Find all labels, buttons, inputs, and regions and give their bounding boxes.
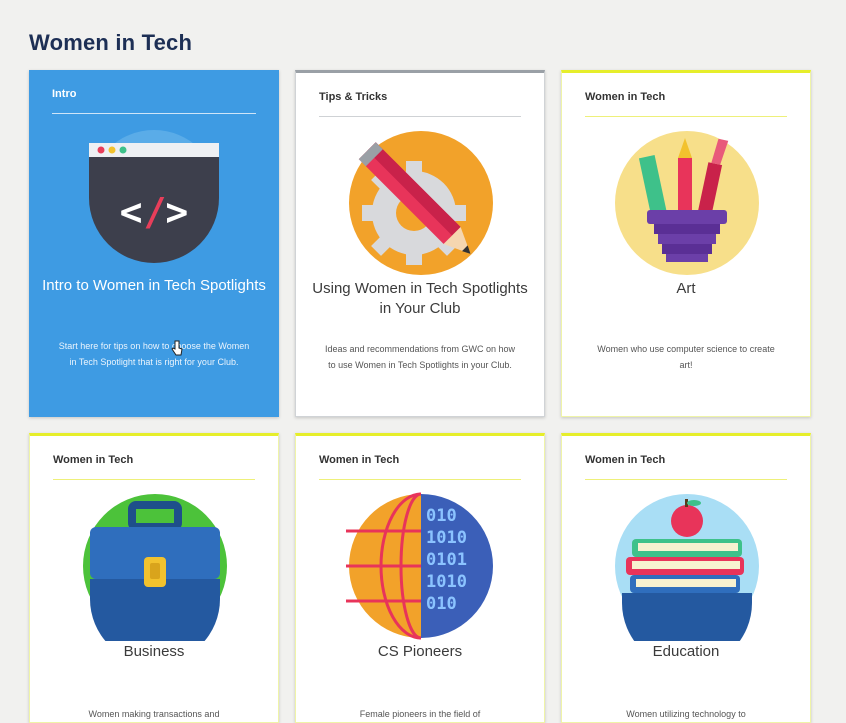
card-tag: Women in Tech — [585, 91, 666, 103]
card-description: Ideas and recommendations from GWC on ho… — [324, 344, 516, 370]
card-title: Using Women in Tech Spotlights in Your C… — [312, 280, 528, 317]
divider — [585, 116, 787, 117]
svg-text:/: / — [144, 190, 167, 234]
svg-text:010: 010 — [426, 506, 457, 526]
cursor-icon — [171, 340, 183, 356]
page-title: Women in Tech — [29, 30, 193, 55]
svg-text:1010: 1010 — [426, 528, 467, 548]
divider — [53, 479, 255, 480]
card-tag: Women in Tech — [319, 454, 400, 466]
svg-text:010: 010 — [426, 594, 457, 614]
card-tag: Women in Tech — [585, 454, 666, 466]
card-title: CS Pioneers — [377, 643, 463, 660]
binary-globe-icon: 010 1010 0101 1010 010 — [346, 491, 496, 641]
divider — [319, 479, 521, 480]
card-description: Women utilizing technology to — [626, 709, 746, 719]
briefcase-icon — [80, 491, 230, 664]
card-business[interactable]: Women in Tech Business Women making tran… — [29, 433, 279, 723]
card-description: Women making transactions and — [88, 709, 220, 719]
svg-text:1010: 1010 — [426, 572, 467, 592]
card-description: Women who use computer science to create… — [597, 344, 775, 370]
divider — [52, 113, 256, 114]
card-description: Female pioneers in the field of — [359, 709, 481, 719]
card-tag: Tips & Tricks — [319, 91, 388, 103]
divider — [585, 479, 787, 480]
card-art[interactable]: Women in Tech Art Women who use computer… — [561, 70, 811, 417]
card-tag: Intro — [52, 88, 77, 100]
card-tag: Women in Tech — [53, 454, 134, 466]
books-apple-icon — [612, 491, 762, 668]
art-supplies-icon — [612, 128, 762, 278]
card-education[interactable]: Women in Tech Education Women utilizing … — [561, 433, 811, 723]
code-window-icon: < > / — [79, 125, 229, 275]
card-intro[interactable]: Intro < > / Intro to Women in Tech Spotl… — [29, 70, 279, 417]
svg-text:0101: 0101 — [426, 550, 467, 570]
card-tips-tricks[interactable]: Tips & Tricks Using Women in Tech Spotli… — [295, 70, 545, 417]
card-title: Intro to Women in Tech Spotlights — [42, 277, 266, 294]
divider — [319, 116, 521, 117]
card-title: Business — [123, 643, 185, 660]
card-description: Start here for tips on how to choose the… — [58, 341, 250, 367]
card-cs-pioneers[interactable]: Women in Tech 010 1010 0101 1010 010 CS … — [295, 433, 545, 723]
card-title: Education — [652, 643, 720, 660]
pencil-gear-icon — [346, 128, 496, 278]
card-title: Art — [676, 280, 696, 297]
